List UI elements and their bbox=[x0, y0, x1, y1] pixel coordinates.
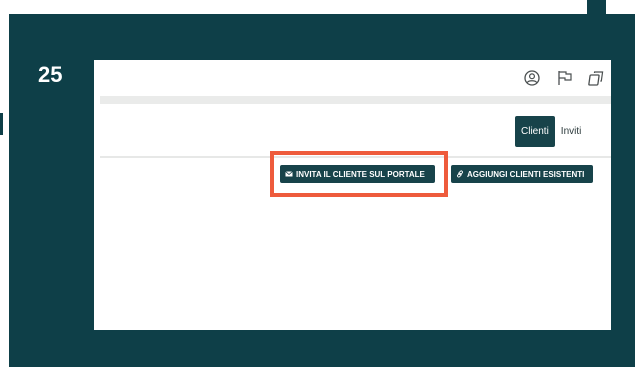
highlight-box bbox=[270, 151, 448, 197]
corner-mark bbox=[587, 0, 606, 14]
tab-bar: Clienti Inviti bbox=[515, 116, 587, 147]
header-icons bbox=[491, 60, 611, 96]
tab-inviti[interactable]: Inviti bbox=[555, 116, 588, 147]
user-circle-icon[interactable] bbox=[523, 69, 541, 87]
add-existing-clients-button[interactable]: AGGIUNGI CLIENTI ESISTENTI bbox=[451, 165, 593, 183]
top-strip bbox=[0, 0, 635, 14]
add-existing-clients-label: AGGIUNGI CLIENTI ESISTENTI bbox=[467, 169, 585, 179]
tab-clienti[interactable]: Clienti bbox=[515, 116, 555, 147]
header-band bbox=[100, 96, 611, 104]
step-number: 25 bbox=[38, 62, 63, 87]
link-icon bbox=[456, 170, 464, 178]
edge-mark bbox=[0, 113, 3, 135]
copy-icon[interactable] bbox=[588, 69, 606, 87]
flag-icon[interactable] bbox=[556, 69, 574, 87]
